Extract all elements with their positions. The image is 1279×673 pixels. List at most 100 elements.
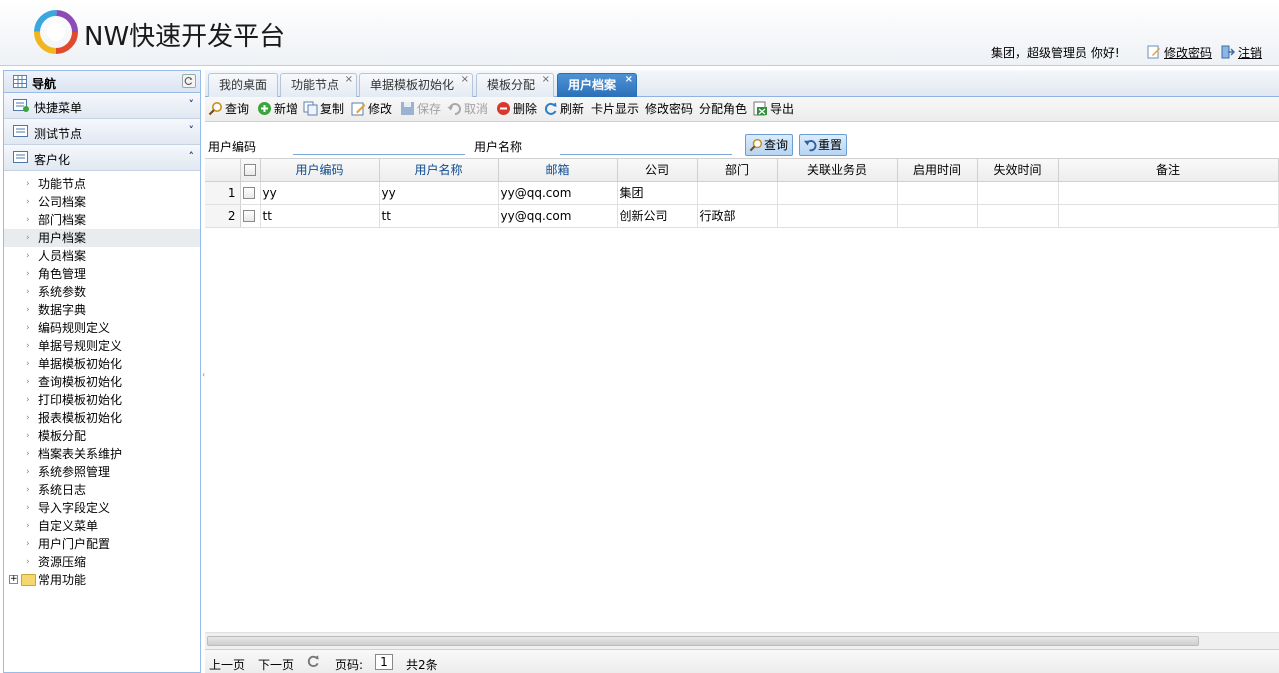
page-number-input[interactable]: 1: [375, 654, 393, 670]
sidebar-item[interactable]: › 导入字段定义: [4, 499, 200, 517]
table-row[interactable]: 1 yy yy yy@qq.com 集团: [205, 181, 1279, 205]
column-header[interactable]: 用户编码: [260, 159, 380, 182]
copy-button[interactable]: 复制: [303, 101, 344, 118]
row-number: 1: [205, 181, 241, 205]
sidebar-item[interactable]: › 档案表关系维护: [4, 445, 200, 463]
sidebar-item[interactable]: › 自定义菜单: [4, 517, 200, 535]
column-header[interactable]: 部门: [697, 159, 778, 182]
tab-bill-template-init[interactable]: 单据模板初始化 ×: [359, 73, 473, 97]
user-name-input[interactable]: [560, 136, 732, 155]
excel-export-icon: [753, 101, 767, 116]
sidebar-item[interactable]: › 公司档案: [4, 193, 200, 211]
sidebar-item[interactable]: › 单据号规则定义: [4, 337, 200, 355]
column-header[interactable]: 启用时间: [897, 159, 978, 182]
logout-link[interactable]: 注销: [1221, 44, 1262, 61]
toolbar: 查询 新增 复制 修改 保存 取消 删除 刷新 卡片显示 修改密码 分配角色 导…: [205, 97, 1279, 122]
tab-user-archive[interactable]: 用户档案 ×: [557, 73, 637, 97]
assign-role-button[interactable]: 分配角色: [699, 101, 747, 118]
export-button[interactable]: 导出: [753, 101, 794, 118]
cell-salesman[interactable]: [777, 204, 898, 228]
cell-start-time[interactable]: [897, 204, 978, 228]
horizontal-scrollbar[interactable]: [205, 632, 1279, 649]
change-password-button[interactable]: 修改密码: [645, 101, 693, 118]
column-header[interactable]: 用户名称: [379, 159, 499, 182]
cell-user-name[interactable]: tt: [379, 204, 499, 228]
cell-remark[interactable]: [1058, 204, 1279, 228]
sidebar-item[interactable]: › 系统参数: [4, 283, 200, 301]
search-query-button[interactable]: 查询: [745, 134, 794, 156]
accordion-quick-menu[interactable]: 快捷菜单 ˅: [4, 93, 200, 119]
tab-desktop[interactable]: 我的桌面: [208, 73, 278, 97]
add-button[interactable]: 新增: [257, 101, 298, 118]
cell-email[interactable]: yy@qq.com: [498, 181, 618, 205]
save-button[interactable]: 保存: [400, 101, 441, 118]
cancel-button[interactable]: 取消: [447, 101, 488, 118]
chevron-right-icon: ›: [26, 449, 30, 459]
refresh-button[interactable]: 刷新: [543, 101, 584, 118]
sidebar-item[interactable]: › 打印模板初始化: [4, 391, 200, 409]
column-header[interactable]: 备注: [1058, 159, 1279, 182]
cell-salesman[interactable]: [777, 181, 898, 205]
sidebar-item[interactable]: › 单据模板初始化: [4, 355, 200, 373]
sidebar-item[interactable]: › 查询模板初始化: [4, 373, 200, 391]
edit-button[interactable]: 修改: [351, 101, 392, 118]
close-icon[interactable]: ×: [461, 69, 469, 91]
sidebar-item[interactable]: › 系统日志: [4, 481, 200, 499]
sidebar-item-label: 系统日志: [38, 483, 87, 497]
sidebar-item[interactable]: › 用户门户配置: [4, 535, 200, 553]
cell-dept[interactable]: [697, 181, 778, 205]
sidebar-item[interactable]: › 角色管理: [4, 265, 200, 283]
select-all-checkbox[interactable]: [244, 164, 256, 177]
close-icon[interactable]: ×: [542, 69, 550, 91]
cell-user-code[interactable]: yy: [260, 181, 380, 205]
cell-start-time[interactable]: [897, 181, 978, 205]
accordion-test-node[interactable]: 测试节点 ˅: [4, 119, 200, 145]
sidebar-item[interactable]: › 报表模板初始化: [4, 409, 200, 427]
sidebar-item[interactable]: › 用户档案: [4, 229, 200, 247]
prev-page-button[interactable]: 上一页: [209, 656, 245, 673]
sidebar-item[interactable]: › 功能节点: [4, 175, 200, 193]
tab-template-assign[interactable]: 模板分配 ×: [476, 73, 554, 97]
cell-user-code[interactable]: tt: [260, 204, 380, 228]
cell-company[interactable]: 集团: [617, 181, 698, 205]
refresh-nav-icon[interactable]: [182, 74, 196, 88]
cell-user-name[interactable]: yy: [379, 181, 499, 205]
expand-icon[interactable]: +: [9, 575, 18, 584]
sidebar-item[interactable]: › 资源压缩: [4, 553, 200, 571]
cell-remark[interactable]: [1058, 181, 1279, 205]
scrollbar-thumb[interactable]: [207, 636, 1199, 646]
sidebar-item-label: 人员档案: [38, 249, 87, 263]
user-code-input[interactable]: [293, 136, 465, 155]
tree-folder-common[interactable]: + 常用功能: [4, 571, 200, 589]
sidebar-item[interactable]: › 系统参照管理: [4, 463, 200, 481]
sidebar-item[interactable]: › 编码规则定义: [4, 319, 200, 337]
change-password-link[interactable]: 修改密码: [1147, 44, 1212, 61]
cell-company[interactable]: 创新公司: [617, 204, 698, 228]
delete-button[interactable]: 删除: [496, 101, 537, 118]
refresh-icon[interactable]: [306, 654, 320, 668]
row-checkbox[interactable]: [242, 210, 255, 222]
tab-function-node[interactable]: 功能节点 ×: [280, 73, 357, 97]
cell-end-time[interactable]: [977, 204, 1059, 228]
sidebar-item[interactable]: › 部门档案: [4, 211, 200, 229]
sidebar-item[interactable]: › 数据字典: [4, 301, 200, 319]
sidebar-item[interactable]: › 人员档案: [4, 247, 200, 265]
column-header[interactable]: 邮箱: [498, 159, 618, 182]
column-header[interactable]: 关联业务员: [777, 159, 898, 182]
column-header[interactable]: 失效时间: [977, 159, 1059, 182]
cell-dept[interactable]: 行政部: [697, 204, 778, 228]
table-row[interactable]: 2 tt tt yy@qq.com 创新公司 行政部: [205, 204, 1279, 228]
accordion-customization[interactable]: 客户化 ˄: [4, 145, 200, 171]
card-view-button[interactable]: 卡片显示: [591, 101, 639, 118]
sidebar-item[interactable]: › 模板分配: [4, 427, 200, 445]
next-page-button[interactable]: 下一页: [258, 656, 294, 673]
cell-email[interactable]: yy@qq.com: [498, 204, 618, 228]
close-icon[interactable]: ×: [625, 69, 633, 91]
close-icon[interactable]: ×: [345, 69, 353, 91]
row-checkbox[interactable]: [242, 187, 255, 199]
cell-end-time[interactable]: [977, 181, 1059, 205]
column-header[interactable]: 公司: [617, 159, 698, 182]
query-button[interactable]: 查询: [208, 101, 249, 118]
chevron-right-icon: ›: [26, 287, 30, 297]
reset-button[interactable]: 重置: [799, 134, 848, 156]
